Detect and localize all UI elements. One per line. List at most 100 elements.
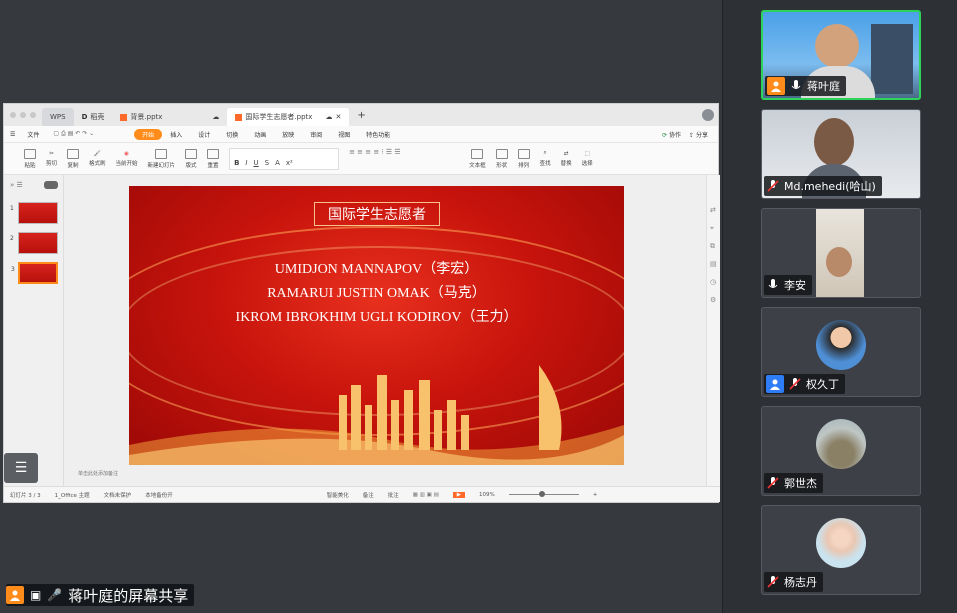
format-painter-button[interactable]: 🖌 格式刷 xyxy=(89,151,106,167)
side-tool-icons[interactable]: ⇄ ⌖ ⧉ ▤ ◷ ⚙ xyxy=(707,175,720,335)
find-button[interactable]: ⌕ 查找 xyxy=(540,150,551,167)
copy-icon xyxy=(67,148,80,159)
find-label: 查找 xyxy=(539,161,551,167)
collab-button[interactable]: ⟳ 协作 xyxy=(662,130,689,139)
comments-toggle[interactable]: 批注 xyxy=(388,491,399,499)
layout-button[interactable]: 版式 xyxy=(185,148,198,169)
play-icon: ◉ xyxy=(124,150,129,157)
zoom-level[interactable]: 109% xyxy=(479,492,495,498)
host-icon xyxy=(767,77,785,95)
mic-muted-icon xyxy=(766,476,780,490)
outline-toggle-icon[interactable]: » ☰ xyxy=(10,181,23,189)
zoom-slider-knob[interactable] xyxy=(538,491,545,497)
mic-muted-icon xyxy=(766,179,780,193)
slide-thumbnail-selected[interactable]: 3 xyxy=(11,262,58,284)
cut-button[interactable]: ✂ 剪切 xyxy=(46,151,57,167)
share-button[interactable]: ⇪ 分享 xyxy=(689,130,718,139)
thumbnail-view-icon[interactable] xyxy=(44,181,58,189)
view-mode-icons[interactable]: ▦ ▥ ▣ ▤ xyxy=(413,492,439,498)
close-tab-icon[interactable]: ✕ xyxy=(336,113,342,121)
replace-button[interactable]: ⇄ 替换 xyxy=(561,151,572,167)
quick-access-icons[interactable]: ▢ ⎙ ▤ ↶ ↷ ⌄ xyxy=(47,130,134,138)
paste-button[interactable]: 粘贴 xyxy=(24,148,36,169)
menu-file[interactable]: 文件 xyxy=(19,130,47,139)
window-controls[interactable] xyxy=(4,112,42,118)
menu-animation[interactable]: 动画 xyxy=(246,130,274,139)
participant-name: 李安 xyxy=(784,279,806,292)
menu-review[interactable]: 审阅 xyxy=(302,130,330,139)
participant-tile[interactable]: 杨志丹 xyxy=(761,505,921,595)
slide-name-line: UMIDJON MANNAPOV（李宏） xyxy=(274,262,479,277)
mic-icon: 🎤 xyxy=(47,588,63,602)
replace-icon: ⇄ xyxy=(563,150,569,157)
tab-wps-label: WPS xyxy=(50,113,66,121)
participant-name: 蒋叶庭 xyxy=(807,80,840,93)
menu-home[interactable]: 开始 xyxy=(134,128,163,140)
notes-toggle[interactable]: 备注 xyxy=(363,491,374,499)
participant-name-tag: 杨志丹 xyxy=(764,572,823,592)
city-skyline-graphic xyxy=(129,365,624,465)
menu-slideshow[interactable]: 放映 xyxy=(274,130,302,139)
brush-icon: 🖌 xyxy=(93,150,101,157)
participant-tile[interactable]: 蒋叶庭 xyxy=(761,10,921,100)
font-controls[interactable]: B I U S Ax² xyxy=(229,147,340,170)
new-tab-icon[interactable]: + xyxy=(357,110,365,121)
tab-docer[interactable]: D 稻壳 xyxy=(74,108,113,126)
tab-file-background[interactable]: 背景.pptx ☁ xyxy=(112,108,227,126)
slide-thumbnail[interactable]: 2 xyxy=(10,232,58,254)
beautify-button[interactable]: 智能美化 xyxy=(327,491,349,499)
ppt-file-icon xyxy=(235,113,243,121)
participant-tile[interactable]: 李安 xyxy=(761,208,921,298)
paste-icon xyxy=(24,148,36,159)
tab-docer-label: 稻壳 xyxy=(90,113,105,121)
participant-name: 杨志丹 xyxy=(784,576,817,589)
cloud-icon: ☁ xyxy=(325,113,333,121)
menu-transition[interactable]: 切换 xyxy=(218,130,246,139)
tab-current-document[interactable]: 国际学生志愿者.pptx ☁ ✕ xyxy=(227,108,350,126)
participant-tile[interactable]: 权久丁 xyxy=(761,307,921,397)
slide-canvas[interactable]: 国际学生志愿者 UMIDJON MANNAPOV（李宏） RAMARUI JUS… xyxy=(129,186,624,465)
participant-avatar xyxy=(816,518,866,568)
zoom-slider[interactable] xyxy=(508,491,579,497)
slide-name-list[interactable]: UMIDJON MANNAPOV（李宏） RAMARUI JUSTIN OMAK… xyxy=(129,258,624,330)
paste-label: 粘贴 xyxy=(24,162,36,169)
slide-thumbnail[interactable]: 1 xyxy=(10,202,58,224)
arrange-button[interactable]: 排列 xyxy=(517,148,530,169)
doc-protect-status[interactable]: 文档未保护 xyxy=(104,491,132,499)
mic-icon xyxy=(766,278,780,292)
textbox-button[interactable]: 文本框 xyxy=(469,148,486,169)
shape-button[interactable]: 形状 xyxy=(495,148,508,169)
play-from-current-button[interactable]: ◉ 当前开始 xyxy=(116,151,138,167)
new-slide-icon xyxy=(155,148,168,159)
paragraph-controls[interactable]: ≡ ≡ ≡ ≡ ⁝ ☰ ☰ xyxy=(349,148,459,170)
participant-name: Md.mehedi(哈山) xyxy=(784,180,876,193)
chat-button[interactable]: ☰ xyxy=(4,453,38,483)
slide-title[interactable]: 国际学生志愿者 xyxy=(314,202,440,226)
participant-name: 郭世杰 xyxy=(784,477,817,490)
tab-file-background-label: 背景.pptx xyxy=(130,113,163,121)
menu-insert[interactable]: 插入 xyxy=(162,130,190,139)
participant-tile[interactable]: 郭世杰 xyxy=(761,406,921,496)
menu-special[interactable]: 特色功能 xyxy=(358,130,398,139)
reset-label: 重置 xyxy=(207,162,219,169)
notes-area[interactable]: 单击此处添加备注 xyxy=(64,465,709,488)
copy-button[interactable]: 复制 xyxy=(67,148,80,169)
video-person xyxy=(815,24,859,68)
participant-tile[interactable]: Md.mehedi(哈山) xyxy=(761,109,921,199)
participant-name-tag: 蒋叶庭 xyxy=(765,76,846,96)
select-button[interactable]: ⬚ 选择 xyxy=(582,151,593,167)
menu-bar: ☰ 文件 ▢ ⎙ ▤ ↶ ↷ ⌄ 开始 插入 设计 切换 动画 放映 审阅 视图… xyxy=(4,126,718,143)
menu-design[interactable]: 设计 xyxy=(190,130,218,139)
reset-icon xyxy=(207,148,220,159)
arrange-label: 排列 xyxy=(518,162,530,169)
menu-view[interactable]: 视图 xyxy=(330,130,358,139)
reset-button[interactable]: 重置 xyxy=(207,148,220,169)
avatar[interactable] xyxy=(702,109,714,121)
backup-status[interactable]: 本地备份开 xyxy=(145,491,173,499)
play-slideshow-button[interactable]: ▶ xyxy=(452,491,466,498)
shape-icon xyxy=(495,148,508,159)
zoom-in-icon[interactable]: + xyxy=(593,492,598,498)
hamburger-icon[interactable]: ☰ xyxy=(4,131,19,138)
tab-wps[interactable]: WPS xyxy=(42,108,74,126)
new-slide-button[interactable]: 新建幻灯片 xyxy=(148,148,175,169)
